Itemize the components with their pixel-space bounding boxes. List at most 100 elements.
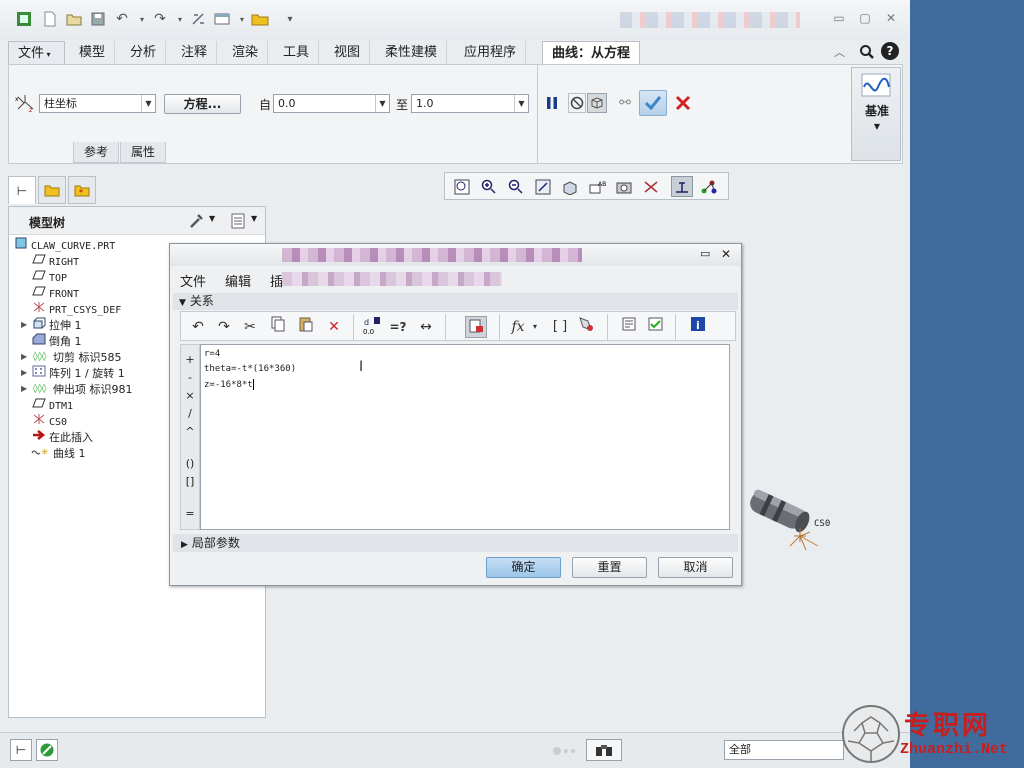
close-icon[interactable]: ✕ bbox=[721, 247, 731, 261]
operator-button[interactable]: + bbox=[181, 353, 199, 366]
cut-icon[interactable]: ✂ bbox=[239, 316, 261, 338]
undo-icon[interactable]: ↶ bbox=[112, 9, 132, 29]
operator-button[interactable]: - bbox=[181, 371, 199, 384]
redo-icon[interactable]: ↷ bbox=[213, 316, 235, 338]
model-tree-toggle-icon[interactable]: ⊢ bbox=[10, 739, 32, 761]
datum-group[interactable]: 基准 ▼ bbox=[851, 67, 901, 161]
tab-model[interactable]: 模型 bbox=[70, 41, 116, 65]
tree-item[interactable]: ▶ 拉伸 1 bbox=[21, 317, 82, 333]
tab-annotate[interactable]: 注释 bbox=[172, 41, 218, 65]
maximize-icon[interactable]: ▢ bbox=[856, 10, 874, 26]
help-icon[interactable]: ? bbox=[881, 42, 899, 60]
subtab-references[interactable]: 参考 bbox=[73, 142, 120, 163]
repaint-icon[interactable] bbox=[532, 176, 554, 197]
operator-button[interactable]: = bbox=[181, 507, 199, 520]
pause-icon[interactable] bbox=[544, 93, 560, 113]
tab-flexible-modeling[interactable]: 柔性建模 bbox=[376, 41, 448, 65]
binoculars-icon[interactable] bbox=[586, 739, 622, 761]
from-value-field[interactable]: 0.0 ▼ bbox=[273, 94, 390, 113]
zoom-out-icon[interactable] bbox=[505, 176, 527, 197]
units-icon[interactable] bbox=[575, 316, 597, 338]
tree-item[interactable]: ▶ ◊◊◊ 伸出项 标识981 bbox=[21, 381, 133, 397]
tree-columns-icon[interactable] bbox=[229, 212, 247, 230]
redo-dropdown-icon[interactable]: ▾ bbox=[170, 9, 190, 29]
tree-item[interactable]: RIGHT bbox=[31, 253, 79, 269]
copy-icon[interactable] bbox=[267, 316, 289, 338]
folder-browser-tab[interactable] bbox=[38, 176, 66, 204]
selection-filter-select[interactable]: 全部 bbox=[724, 740, 844, 760]
operator-button[interactable]: × bbox=[181, 389, 199, 402]
tree-item[interactable]: PRT_CSYS_DEF bbox=[31, 301, 121, 317]
windows-dropdown-icon[interactable]: ▾ bbox=[232, 9, 252, 29]
tab-tools[interactable]: 工具 bbox=[274, 41, 320, 65]
chevron-down-icon[interactable]: ▾ bbox=[529, 316, 541, 338]
tab-render[interactable]: 渲染 bbox=[223, 41, 269, 65]
undo-dropdown-icon[interactable]: ▾ bbox=[132, 9, 152, 29]
sort-relations-icon[interactable] bbox=[619, 316, 641, 338]
tab-analysis[interactable]: 分析 bbox=[121, 41, 167, 65]
save-icon[interactable] bbox=[88, 9, 108, 29]
collapse-ribbon-icon[interactable]: ︿ bbox=[834, 44, 845, 60]
datum-display-icon[interactable] bbox=[640, 176, 662, 197]
show-dimensions-icon[interactable]: ↔ bbox=[415, 316, 437, 338]
lock-relations-icon[interactable] bbox=[465, 316, 487, 338]
display-style-icon[interactable] bbox=[559, 176, 581, 197]
model-tree-tab[interactable]: ⊢ bbox=[8, 176, 36, 204]
regenerate-icon[interactable] bbox=[188, 9, 208, 29]
expand-arrow-icon[interactable]: ▶ bbox=[21, 365, 27, 381]
to-value-field[interactable]: 1.0 ▼ bbox=[411, 94, 529, 113]
tree-item[interactable]: CS0 bbox=[31, 413, 67, 429]
search-icon[interactable] bbox=[858, 43, 876, 61]
local-params-section[interactable]: ▶ 局部参数 bbox=[173, 534, 738, 552]
folder-icon[interactable] bbox=[250, 9, 270, 29]
subtab-properties[interactable]: 属性 bbox=[120, 142, 167, 163]
execute-verify-icon[interactable] bbox=[645, 316, 667, 338]
zoom-in-icon[interactable] bbox=[478, 176, 500, 197]
preview-icon[interactable] bbox=[587, 93, 607, 113]
browser-toggle-icon[interactable] bbox=[36, 739, 58, 761]
open-icon[interactable] bbox=[64, 9, 84, 29]
verify-relations-icon[interactable]: =? bbox=[387, 316, 409, 338]
relations-section-header[interactable]: ▼ 关系 bbox=[173, 293, 738, 310]
operator-button[interactable]: / bbox=[181, 407, 199, 420]
glasses-icon[interactable]: ⚯ bbox=[613, 93, 637, 113]
coordinate-type-select[interactable]: 柱坐标 ▼ bbox=[39, 94, 156, 113]
evaluate-icon[interactable]: d 0.0 bbox=[361, 316, 383, 338]
no-preview-icon[interactable] bbox=[568, 93, 586, 113]
windows-icon[interactable] bbox=[212, 9, 232, 29]
expand-arrow-icon[interactable]: ▶ bbox=[21, 349, 27, 365]
chevron-down-icon[interactable]: ▼ bbox=[209, 214, 215, 223]
dialog-title-bar[interactable]: ▭ ✕ bbox=[170, 244, 741, 266]
close-icon[interactable]: ✕ bbox=[882, 10, 900, 26]
annotation-display-icon[interactable] bbox=[698, 176, 720, 197]
tree-item[interactable]: CLAW_CURVE.PRT bbox=[13, 237, 115, 253]
equation-button[interactable]: 方程... bbox=[164, 94, 241, 114]
operator-button[interactable]: ^ bbox=[181, 425, 199, 438]
info-icon[interactable]: i bbox=[687, 316, 709, 338]
favorites-tab[interactable]: * bbox=[68, 176, 96, 204]
tree-item[interactable]: 在此插入 bbox=[31, 429, 93, 445]
menu-file[interactable]: 文件 bbox=[180, 271, 206, 290]
chevron-down-icon[interactable]: ▼ bbox=[251, 214, 257, 223]
relation-line[interactable]: theta=-t*(16*360) bbox=[204, 364, 296, 374]
cancel-button[interactable]: 取消 bbox=[658, 557, 733, 578]
cancel-x-icon[interactable] bbox=[672, 92, 694, 114]
part-3d-model[interactable]: CS0 bbox=[742, 488, 837, 558]
new-icon[interactable] bbox=[40, 9, 60, 29]
relation-line[interactable]: r=4 bbox=[204, 349, 220, 359]
relation-line[interactable]: z=-16*8*t bbox=[204, 379, 254, 390]
tab-curve-from-equation[interactable]: 曲线：从方程 bbox=[542, 41, 641, 65]
reset-button[interactable]: 重置 bbox=[572, 557, 647, 578]
expand-arrow-icon[interactable]: ▶ bbox=[21, 381, 27, 397]
tree-item[interactable]: ▶ 阵列 1 / 旋转 1 bbox=[21, 365, 125, 381]
maximize-icon[interactable]: ▭ bbox=[700, 247, 710, 260]
customize-icon[interactable]: ▾ bbox=[280, 9, 300, 29]
expand-arrow-icon[interactable]: ▶ bbox=[21, 317, 27, 333]
redo-icon[interactable]: ↷ bbox=[150, 9, 170, 29]
delete-icon[interactable]: ✕ bbox=[323, 316, 345, 338]
tree-item[interactable]: TOP bbox=[31, 269, 67, 285]
ok-button[interactable]: 确定 bbox=[486, 557, 561, 578]
menu-edit[interactable]: 编辑 bbox=[225, 271, 251, 290]
tree-settings-icon[interactable] bbox=[187, 212, 207, 230]
refit-icon[interactable] bbox=[451, 176, 473, 197]
